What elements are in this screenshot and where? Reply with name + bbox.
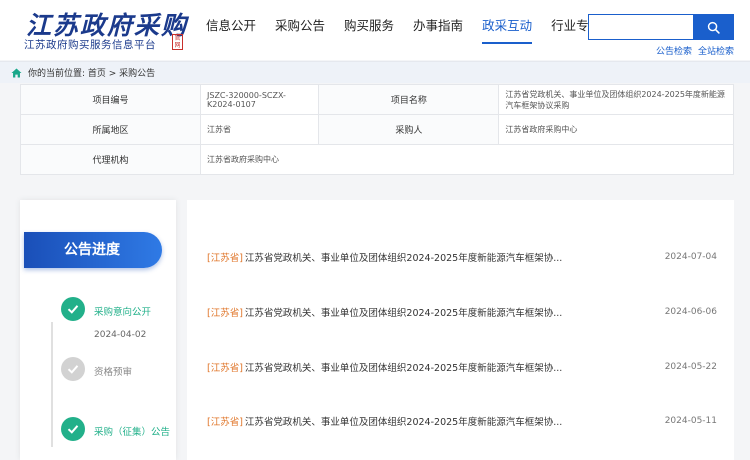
list-item[interactable]: [江苏省] 江苏省党政机关、事业单位及团体组织2024-2025年度新能源汽车框…: [207, 411, 717, 431]
logo-seal: 官网: [172, 34, 183, 50]
label-project-number: 项目编号: [20, 84, 201, 115]
nav-item-purchase-service[interactable]: 购买服务: [344, 0, 394, 60]
breadcrumb: 你的当前位置: 首页 > 采购公告: [0, 61, 750, 83]
value-project-number: JSZC-320000-SCZX-K2024-0107: [199, 84, 320, 115]
notice-date: 2024-06-06: [664, 307, 717, 317]
nav-item-guide[interactable]: 办事指南: [413, 0, 463, 60]
search-icon: [707, 21, 720, 34]
label-purchaser: 采购人: [318, 114, 500, 145]
notice-title-link[interactable]: 江苏省党政机关、事业单位及团体组织2024-2025年度新能源汽车框架协...: [245, 305, 655, 319]
list-item[interactable]: [江苏省] 江苏省党政机关、事业单位及团体组织2024-2025年度新能源汽车框…: [207, 302, 717, 322]
notice-title-link[interactable]: 江苏省党政机关、事业单位及团体组织2024-2025年度新能源汽车框架协...: [245, 414, 655, 428]
check-icon: [61, 417, 85, 441]
notice-list: [江苏省] 江苏省党政机关、事业单位及团体组织2024-2025年度新能源汽车框…: [187, 200, 734, 460]
main-nav: 信息公开 采购公告 购买服务 办事指南 政采互动 行业专题: [206, 0, 620, 60]
progress-title: 公告进度: [24, 232, 162, 268]
region-tag: [江苏省]: [207, 417, 243, 428]
notice-date: 2024-05-11: [664, 416, 717, 426]
site-logo[interactable]: 江苏政府采购 江苏政府购买服务信息平台 官网: [22, 6, 192, 54]
notice-search-link[interactable]: 公告检索: [656, 47, 692, 57]
step-label-intention[interactable]: 采购意向公开: [94, 304, 151, 318]
value-region: 江苏省: [199, 114, 320, 145]
nav-item-info-public[interactable]: 信息公开: [206, 0, 256, 60]
search-button[interactable]: [693, 15, 733, 39]
breadcrumb-text: 你的当前位置: 首页 > 采购公告: [28, 69, 156, 79]
project-info-table: 项目编号 JSZC-320000-SCZX-K2024-0107 项目名称 江苏…: [20, 84, 734, 175]
label-agency: 代理机构: [20, 144, 201, 175]
region-tag: [江苏省]: [207, 363, 243, 374]
logo-subtitle: 江苏政府购买服务信息平台: [24, 39, 156, 51]
notice-title-link[interactable]: 江苏省党政机关、事业单位及团体组织2024-2025年度新能源汽车框架协...: [245, 250, 655, 264]
progress-timeline: [51, 322, 53, 447]
value-project-name: 江苏省党政机关、事业单位及团体组织2024-2025年度新能源汽车框架协议采购: [498, 84, 734, 115]
label-region: 所属地区: [20, 114, 201, 145]
table-row: 项目编号 JSZC-320000-SCZX-K2024-0107 项目名称 江苏…: [20, 84, 734, 115]
search-input[interactable]: [589, 15, 693, 39]
nav-item-procurement-notice[interactable]: 采购公告: [275, 0, 325, 60]
search-links: 公告检索 全站检索: [650, 44, 734, 57]
list-item[interactable]: [江苏省] 江苏省党政机关、事业单位及团体组织2024-2025年度新能源汽车框…: [207, 357, 717, 377]
region-tag: [江苏省]: [207, 253, 243, 264]
notice-date: 2024-07-04: [664, 252, 717, 262]
table-row: 所属地区 江苏省 采购人 江苏省政府采购中心: [20, 114, 734, 145]
site-search-link[interactable]: 全站检索: [698, 47, 734, 57]
region-tag: [江苏省]: [207, 308, 243, 319]
notice-date: 2024-05-22: [664, 362, 717, 372]
home-icon[interactable]: [11, 67, 22, 78]
value-purchaser: 江苏省政府采购中心: [498, 114, 734, 145]
label-project-name: 项目名称: [318, 84, 500, 115]
search-box: [588, 14, 734, 40]
list-item[interactable]: [江苏省] 江苏省党政机关、事业单位及团体组织2024-2025年度新能源汽车框…: [207, 247, 717, 267]
table-row: 代理机构 江苏省政府采购中心: [20, 144, 734, 175]
notice-title-link[interactable]: 江苏省党政机关、事业单位及团体组织2024-2025年度新能源汽车框架协...: [245, 360, 655, 374]
step-label-procurement-notice[interactable]: 采购（征集）公告: [94, 424, 170, 438]
site-header: 江苏政府采购 江苏政府购买服务信息平台 官网 信息公开 采购公告 购买服务 办事…: [0, 0, 750, 60]
nav-item-interaction[interactable]: 政采互动: [482, 0, 533, 60]
step-label-prequalification: 资格预审: [94, 367, 133, 378]
check-icon: [61, 297, 85, 321]
check-icon: [61, 357, 85, 381]
value-agency: 江苏省政府采购中心: [200, 144, 734, 175]
step-date-intention: 2024-04-02: [94, 330, 147, 340]
